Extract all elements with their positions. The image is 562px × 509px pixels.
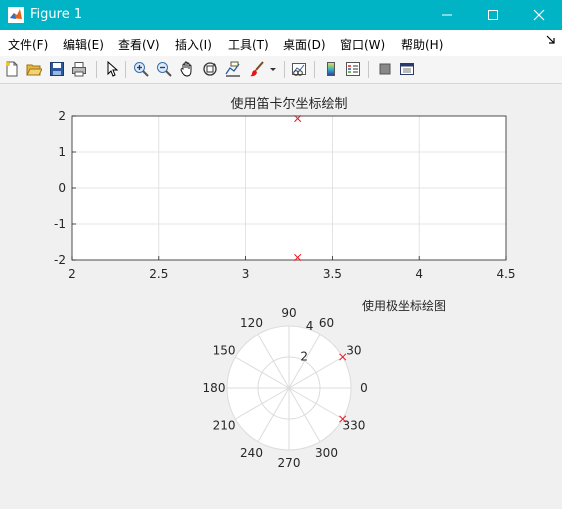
toolbar-separator <box>314 61 315 78</box>
show-plot-tools-icon[interactable] <box>398 60 416 78</box>
figure-plots: 使用笛卡尔坐标绘制 2 2.5 3 3.5 4 4.5 210-1-2 使用极坐标绘图 0… <box>54 96 516 470</box>
polar-angle-label: 30 <box>346 344 361 358</box>
polar-angle-label: 330 <box>342 419 365 433</box>
polar-angle-label: 300 <box>315 446 338 460</box>
close-icon <box>533 9 545 21</box>
polar-angle-label: 180 <box>203 381 226 395</box>
brush-icon[interactable] <box>248 60 266 78</box>
maximize-button[interactable] <box>470 0 516 30</box>
x-tick-label: 2.5 <box>149 267 168 281</box>
hide-plot-tools-icon[interactable] <box>376 60 394 78</box>
polar-angle-label: 0 <box>360 381 368 395</box>
brush-dropdown-icon[interactable] <box>268 60 278 78</box>
figure-canvas: 使用笛卡尔坐标绘制 2 2.5 3 3.5 4 4.5 2 1 0 -1 -2 使用极坐标绘图 0… <box>0 84 562 506</box>
undock-arrow-icon[interactable] <box>546 35 556 48</box>
polar-angle-label: 90 <box>281 306 296 320</box>
polar-angle-label: 150 <box>213 344 236 358</box>
title-bar: Figure 1 <box>0 0 562 30</box>
menu-help[interactable]: 帮助(H) <box>401 36 443 53</box>
toolbar-separator <box>284 61 285 78</box>
menu-view[interactable]: 查看(V) <box>118 36 160 53</box>
pointer-icon[interactable] <box>103 60 121 78</box>
y-tick-label: -1 <box>54 217 66 231</box>
polar-angle-label: 210 <box>213 419 236 433</box>
menu-bar: 文件(F) 编辑(E) 查看(V) 插入(I) 工具(T) 桌面(D) 窗口(W… <box>0 30 562 57</box>
data-cursor-icon[interactable] <box>224 60 242 78</box>
y-tick-label: 2 <box>58 109 66 123</box>
polar-angle-label: 240 <box>240 446 263 460</box>
toolbar-separator <box>96 61 97 78</box>
x-tick-label: 3.5 <box>323 267 342 281</box>
x-tick-label: 4.5 <box>496 267 515 281</box>
colorbar-icon[interactable] <box>322 60 340 78</box>
y-tick-label: 1 <box>58 145 66 159</box>
matlab-logo-icon <box>8 7 24 23</box>
minimize-icon <box>442 14 452 16</box>
menu-insert[interactable]: 插入(I) <box>175 36 212 53</box>
new-figure-icon[interactable] <box>3 60 21 78</box>
toolbar-separator <box>125 61 126 78</box>
polar-title: 使用极坐标绘图 <box>362 298 446 313</box>
minimize-button[interactable] <box>424 0 470 30</box>
polar-angle-label: 120 <box>240 316 263 330</box>
maximize-icon <box>488 10 498 20</box>
menu-edit[interactable]: 编辑(E) <box>63 36 104 53</box>
legend-icon[interactable] <box>344 60 362 78</box>
y-tick-label: -2 <box>54 253 66 267</box>
polar-grid <box>226 325 352 451</box>
menu-desktop[interactable]: 桌面(D) <box>283 36 326 53</box>
menu-window[interactable]: 窗口(W) <box>340 36 385 53</box>
x-tick-label: 4 <box>415 267 423 281</box>
y-tick-label: 0 <box>58 181 66 195</box>
zoom-out-icon[interactable] <box>155 60 173 78</box>
polar-axes[interactable]: 使用极坐标绘图 0306090120150180210240270300330 … <box>203 298 446 470</box>
cartesian-axes[interactable]: 使用笛卡尔坐标绘制 2 2.5 3 3.5 4 4.5 2 1 0 -1 -2 <box>54 96 516 281</box>
close-button[interactable] <box>516 0 562 30</box>
x-tick-label: 3 <box>242 267 250 281</box>
polar-angle-label: 270 <box>278 456 301 470</box>
save-icon[interactable] <box>48 60 66 78</box>
polar-r-tick-label: 4 <box>306 319 314 333</box>
toolbar <box>0 56 562 84</box>
polar-angle-label: 60 <box>319 316 334 330</box>
toolbar-separator <box>368 61 369 78</box>
polar-r-tick-label: 2 <box>300 349 308 363</box>
menu-file[interactable]: 文件(F) <box>8 36 48 53</box>
zoom-in-icon[interactable] <box>132 60 150 78</box>
print-icon[interactable] <box>70 60 88 78</box>
pan-icon[interactable] <box>178 60 196 78</box>
cartesian-title: 使用笛卡尔坐标绘制 <box>230 96 347 112</box>
open-file-icon[interactable] <box>25 60 43 78</box>
x-tick-label: 2 <box>68 267 76 281</box>
rotate-3d-icon[interactable] <box>201 60 219 78</box>
window-title: Figure 1 <box>30 7 83 22</box>
link-plot-icon[interactable] <box>290 60 308 78</box>
menu-tools[interactable]: 工具(T) <box>228 36 269 53</box>
